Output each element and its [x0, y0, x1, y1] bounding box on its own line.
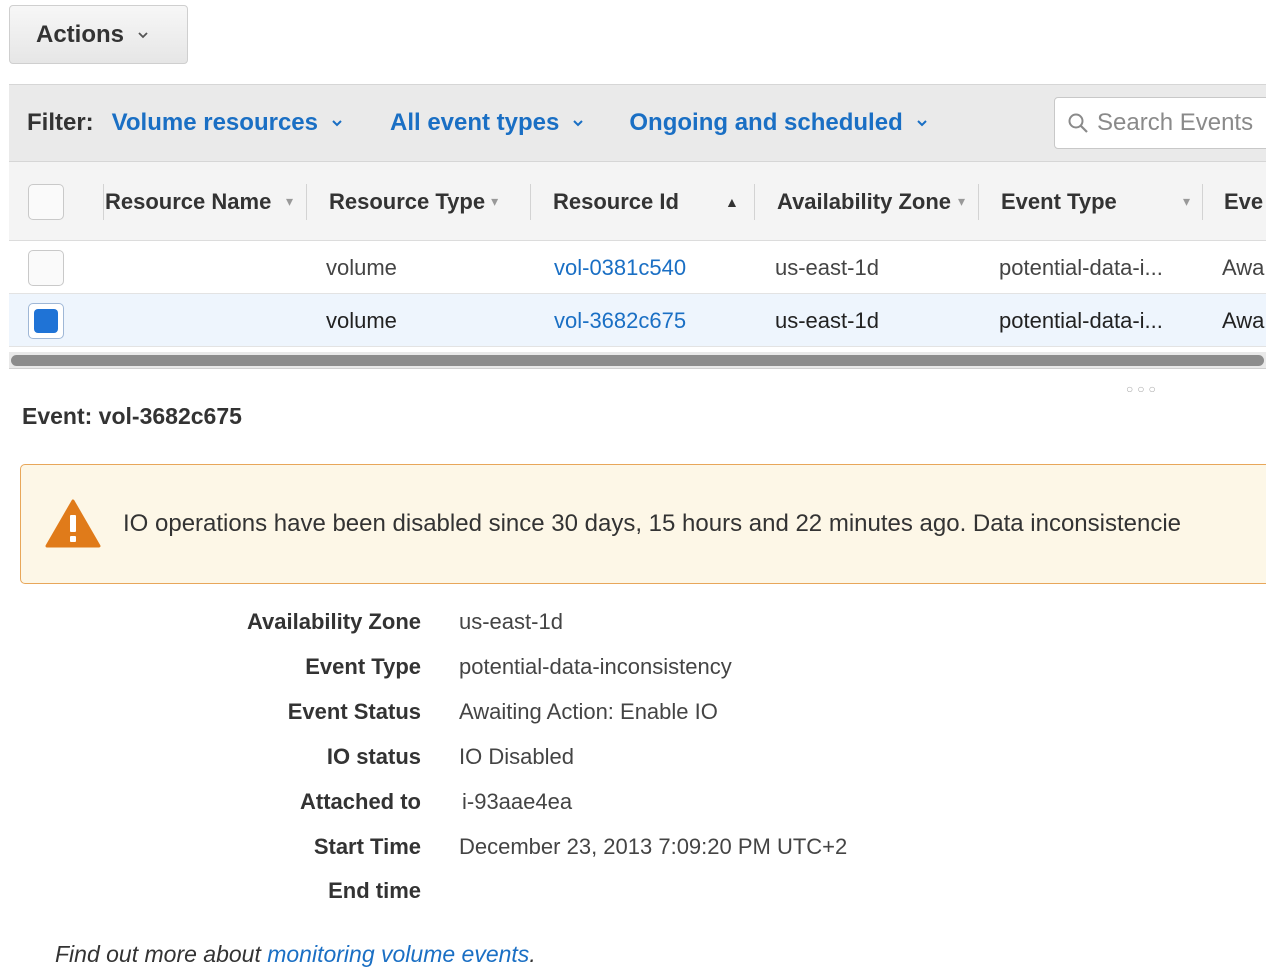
search-input[interactable]: [1097, 109, 1266, 137]
sort-ascending-icon: ▲: [725, 193, 739, 210]
detail-row: Attached to i-93aae4ea: [0, 782, 1266, 822]
detail-value: December 23, 2013 7:09:20 PM UTC+2: [459, 834, 848, 859]
resource-type-cell: volume: [326, 307, 397, 333]
detail-label: Event Type: [305, 654, 421, 679]
event-type-cell: potential-data-i...: [999, 254, 1163, 280]
events-table: Resource Name ▾ Resource Type ▾ Resource I…: [9, 162, 1266, 347]
availability-zone-cell: us-east-1d: [775, 254, 879, 280]
chevron-down-icon: [573, 120, 584, 127]
event-type-filter-label: All event types: [389, 109, 560, 136]
detail-value: Awaiting Action: Enable IO: [459, 699, 718, 724]
detail-label: End time: [328, 878, 421, 903]
select-all-header: [28, 162, 104, 241]
column-header-label: Availability Zone: [777, 188, 952, 214]
sort-caret-icon: ▾: [1183, 193, 1191, 209]
column-header-availability-zone[interactable]: Availability Zone ▾: [777, 162, 979, 241]
resource-type-cell: volume: [326, 254, 397, 280]
resource-filter-label: Volume resources: [111, 109, 318, 136]
event-detail-title: Event: vol-3682c675: [22, 403, 242, 429]
column-header-label: Resource Type: [329, 188, 486, 214]
sort-caret-icon: ▾: [491, 193, 499, 209]
chevron-down-icon: [138, 31, 148, 38]
row-checkbox-cell: [28, 294, 64, 347]
resize-grip-icon[interactable]: ○○○: [1126, 382, 1160, 396]
detail-label: IO status: [326, 744, 421, 769]
detail-row: Start Time December 23, 2013 7:09:20 PM …: [0, 827, 1266, 867]
search-icon: [1068, 113, 1088, 133]
status-filter-dropdown[interactable]: Ongoing and scheduled: [629, 109, 927, 137]
detail-value: us-east-1d: [459, 609, 563, 634]
column-header-event-status[interactable]: Eve: [1224, 162, 1266, 241]
detail-row: IO status IO Disabled: [0, 737, 1266, 777]
resource-name-cell: [105, 241, 305, 294]
warning-alert: IO operations have been disabled since 3…: [20, 464, 1266, 584]
resource-id-link[interactable]: vol-0381c540: [554, 241, 686, 294]
warning-icon: [45, 499, 101, 548]
detail-value: potential-data-inconsistency: [459, 654, 732, 679]
column-header-resource-name[interactable]: Resource Name ▾: [105, 162, 307, 241]
column-header-label: Event Type: [1001, 188, 1117, 214]
event-type-filter-dropdown[interactable]: All event types: [389, 109, 584, 137]
chevron-down-icon: [332, 120, 342, 127]
sort-caret-icon: ▾: [958, 193, 966, 209]
row-checkbox-cell: [28, 241, 64, 294]
column-header-label: Resource Id: [553, 188, 679, 214]
detail-label: Start Time: [313, 834, 421, 859]
sort-caret-icon: ▾: [286, 193, 294, 209]
resource-id-link[interactable]: vol-3682c675: [554, 294, 686, 347]
column-header-label: Resource Name: [105, 188, 272, 214]
availability-zone-cell: us-east-1d: [775, 307, 879, 333]
column-header-resource-type[interactable]: Resource Type ▾: [329, 162, 531, 241]
resource-filter-dropdown[interactable]: Volume resources: [112, 109, 342, 137]
actions-label: Actions: [36, 20, 125, 48]
row-checkbox-checked[interactable]: [28, 302, 64, 339]
alert-message: IO operations have been disabled since 3…: [123, 510, 1182, 537]
filter-bar: Filter: Volume resources All event types…: [9, 84, 1266, 162]
scrollbar-thumb[interactable]: [11, 355, 1264, 366]
detail-label: Event Status: [287, 699, 421, 724]
actions-button[interactable]: Actions: [9, 5, 188, 64]
column-header-resource-id[interactable]: Resource Id ▲: [553, 162, 755, 241]
help-text-prefix: Find out more about: [55, 941, 261, 967]
help-text-suffix: .: [529, 941, 536, 967]
detail-row: End time: [0, 871, 1266, 911]
table-row[interactable]: volume vol-0381c540 us-east-1d potential…: [9, 241, 1266, 294]
detail-value: IO Disabled: [459, 744, 574, 769]
search-events-box[interactable]: [1054, 97, 1266, 149]
status-filter-label: Ongoing and scheduled: [629, 109, 903, 136]
attached-instance-link[interactable]: i-93aae4ea: [462, 789, 572, 815]
detail-row: Event Status Awaiting Action: Enable IO: [0, 692, 1266, 732]
column-header-label: Eve: [1224, 188, 1264, 214]
detail-label: Attached to: [300, 789, 421, 814]
detail-row: Availability Zone us-east-1d: [0, 602, 1266, 642]
help-text: Find out more about monitoring volume ev…: [55, 941, 536, 968]
event-type-cell: potential-data-i...: [999, 307, 1163, 333]
horizontal-scrollbar[interactable]: [9, 352, 1266, 369]
resource-name-cell: [105, 294, 305, 347]
select-all-checkbox[interactable]: [28, 183, 64, 220]
row-checkbox[interactable]: [28, 249, 64, 286]
event-status-cell: Awa: [1222, 254, 1265, 280]
filter-label: Filter:: [27, 109, 94, 136]
monitoring-volume-events-link[interactable]: monitoring volume events: [267, 941, 529, 967]
detail-row: Event Type potential-data-inconsistency: [0, 647, 1266, 687]
chevron-down-icon: [917, 120, 927, 127]
table-header: Resource Name ▾ Resource Type ▾ Resource I…: [9, 162, 1266, 241]
table-row[interactable]: volume vol-3682c675 us-east-1d potential…: [9, 294, 1266, 347]
detail-label: Availability Zone: [246, 609, 421, 634]
column-header-event-type[interactable]: Event Type ▾: [1001, 162, 1203, 241]
event-status-cell: Awa: [1222, 307, 1265, 333]
